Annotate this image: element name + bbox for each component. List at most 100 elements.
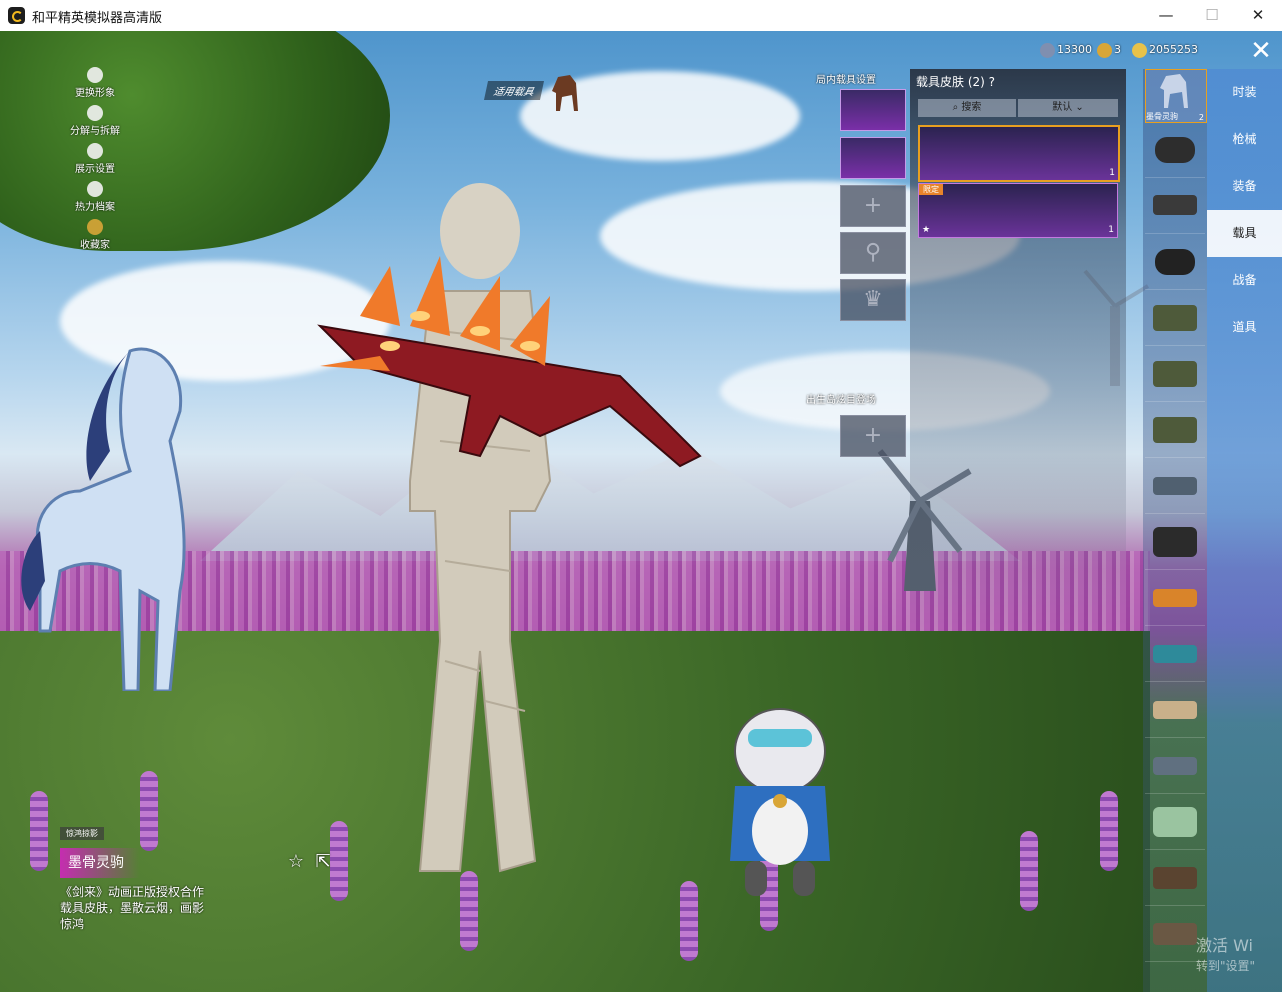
coin-icon — [1132, 42, 1147, 58]
vehicle-item[interactable] — [1145, 461, 1205, 514]
skin-card-tag: 限定 — [919, 184, 943, 195]
eye-icon — [87, 143, 103, 159]
jeep-icon — [1153, 417, 1197, 443]
vehicle-list: 墨骨灵驹 2 — [1143, 69, 1207, 992]
vehicle-item[interactable] — [1145, 573, 1205, 626]
left-menu-item-display-settings[interactable]: 展示设置 — [55, 143, 135, 181]
plus-icon: + — [863, 423, 883, 448]
pickup-icon — [1153, 867, 1197, 889]
skin-search-button[interactable]: ⌕ 搜索 — [918, 99, 1016, 117]
chevron-down-icon: ⌄ — [1072, 102, 1084, 113]
coin-currency: 2055253 — [1132, 41, 1198, 59]
vehicle-item[interactable] — [1145, 685, 1205, 738]
car-icon — [1153, 757, 1197, 775]
car-icon — [1153, 701, 1197, 719]
left-menu-item-heat-archive[interactable]: 热力档案 — [55, 181, 135, 219]
watermark-line-1: 激活 Wi — [1196, 936, 1254, 955]
in-game-slot-2[interactable] — [840, 137, 906, 179]
cat-companion — [730, 708, 830, 896]
lupine-flower — [30, 791, 48, 871]
maximize-button[interactable]: ☐ — [1189, 0, 1235, 31]
gold-amount: 3 — [1114, 43, 1121, 56]
skin-card[interactable]: 限定 ★ 1 — [918, 183, 1118, 238]
tab-combat-prep[interactable]: 战备 — [1207, 257, 1282, 304]
applicable-vehicle-tag: 适用载具 — [483, 81, 545, 100]
monster-truck-icon — [1153, 527, 1197, 557]
tab-equipment[interactable]: 装备 — [1207, 163, 1282, 210]
favorite-star-icon[interactable]: ☆ — [285, 851, 307, 873]
gold-coin-icon — [1097, 42, 1112, 58]
vehicle-item[interactable] — [1145, 741, 1205, 794]
lupine-flower — [1100, 791, 1118, 871]
vehicle-item-count: 2 — [1198, 113, 1204, 122]
motorcycle-icon — [1155, 249, 1195, 275]
skin-sort-dropdown[interactable]: 默认 ⌄ — [1018, 99, 1118, 117]
locked-slot[interactable]: ⚲ — [840, 232, 906, 274]
vehicle-item[interactable] — [1145, 181, 1205, 234]
search-label: 搜索 — [961, 102, 982, 113]
close-icon[interactable]: ✕ — [1244, 38, 1278, 66]
vehicle-item-selected[interactable]: 墨骨灵驹 2 — [1145, 69, 1207, 123]
skin-description: 《剑来》动画正版授权合作载具皮肤，墨散云烟，画影惊鸿 — [60, 885, 205, 931]
lock-icon: ⚲ — [864, 240, 882, 265]
horse-thumbnail-icon — [1160, 74, 1188, 108]
vehicle-item[interactable] — [1145, 853, 1205, 906]
spawn-slot-empty[interactable]: + — [840, 415, 906, 457]
jeep-icon — [1153, 361, 1197, 387]
silver-coin-icon — [1040, 42, 1055, 58]
left-menu-item-change-avatar[interactable]: 更换形象 — [55, 67, 135, 105]
share-icon[interactable]: ⇱ — [312, 851, 334, 873]
activation-watermark: 激活 Wi 转到"设置" — [1196, 936, 1255, 976]
sort-label: 默认 — [1052, 102, 1073, 113]
left-menu: 更换形象 分解与拆解 展示设置 热力档案 收藏家 — [55, 67, 135, 257]
spawn-slot-title: 出生岛炫目登场 — [806, 395, 876, 406]
vehicle-item[interactable] — [1145, 293, 1205, 346]
vehicle-item[interactable] — [1145, 349, 1205, 402]
vehicle-skin-panel: 载具皮肤 (2) ? ⌕ 搜索 默认 ⌄ 1 限定 ★ 1 — [910, 69, 1126, 629]
vehicle-item[interactable] — [1145, 797, 1205, 850]
window-title: 和平精英模拟器高清版 — [32, 11, 163, 26]
left-menu-label: 展示设置 — [75, 164, 115, 175]
gold-currency: 3 — [1097, 41, 1121, 59]
car-icon — [1153, 477, 1197, 495]
left-menu-item-decompose[interactable]: 分解与拆解 — [55, 105, 135, 143]
tab-items[interactable]: 道具 — [1207, 304, 1282, 351]
vehicle-item[interactable] — [1145, 237, 1205, 290]
in-game-slot-1[interactable] — [840, 89, 906, 131]
skin-info: 惊鸿掠影 墨骨灵驹 《剑来》动画正版授权合作载具皮肤，墨散云烟，画影惊鸿 — [60, 821, 290, 932]
pickup-icon — [1153, 923, 1197, 945]
vehicle-item[interactable] — [1145, 517, 1205, 570]
tab-fashion[interactable]: 时装 — [1207, 69, 1282, 116]
silver-currency: 13300 — [1040, 41, 1092, 59]
locked-slot[interactable]: ♛ — [840, 279, 906, 321]
in-game-slot-title: 局内载具设置 — [816, 75, 876, 86]
skin-card-count: 1 — [1109, 168, 1115, 178]
category-tabs: 时装 枪械 装备 载具 战备 道具 — [1207, 69, 1282, 992]
help-icon[interactable]: ? — [989, 75, 995, 89]
person-icon — [87, 67, 103, 83]
close-window-button[interactable]: ✕ — [1235, 0, 1281, 31]
collector-badge-icon — [87, 219, 103, 235]
minimize-button[interactable]: — — [1143, 0, 1189, 31]
left-menu-item-collector[interactable]: 收藏家 — [55, 219, 135, 257]
car-icon — [1153, 589, 1197, 607]
tab-vehicles[interactable]: 载具 — [1207, 210, 1282, 257]
silver-amount: 13300 — [1057, 43, 1092, 56]
in-game-slot-empty[interactable]: + — [840, 185, 906, 227]
vehicle-item[interactable] — [1145, 629, 1205, 682]
skin-name: 墨骨灵驹 — [60, 848, 140, 878]
vehicle-item[interactable] — [1145, 125, 1205, 178]
app-icon — [8, 7, 25, 24]
skin-panel-title: 载具皮肤 (2) ? — [916, 73, 995, 90]
left-menu-label: 分解与拆解 — [70, 126, 120, 137]
window-titlebar: 和平精英模拟器高清版 — ☐ ✕ — [0, 0, 1282, 32]
plus-icon: + — [863, 193, 883, 218]
buggy-icon — [1153, 195, 1197, 215]
skin-card-count: 1 — [1108, 225, 1114, 235]
lupine-flower — [460, 871, 478, 951]
vehicle-item[interactable] — [1145, 405, 1205, 458]
skin-card-selected[interactable]: 1 — [918, 125, 1120, 182]
horse-mini-icon — [552, 75, 578, 111]
jeep-icon — [1153, 305, 1197, 331]
tab-firearms[interactable]: 枪械 — [1207, 116, 1282, 163]
